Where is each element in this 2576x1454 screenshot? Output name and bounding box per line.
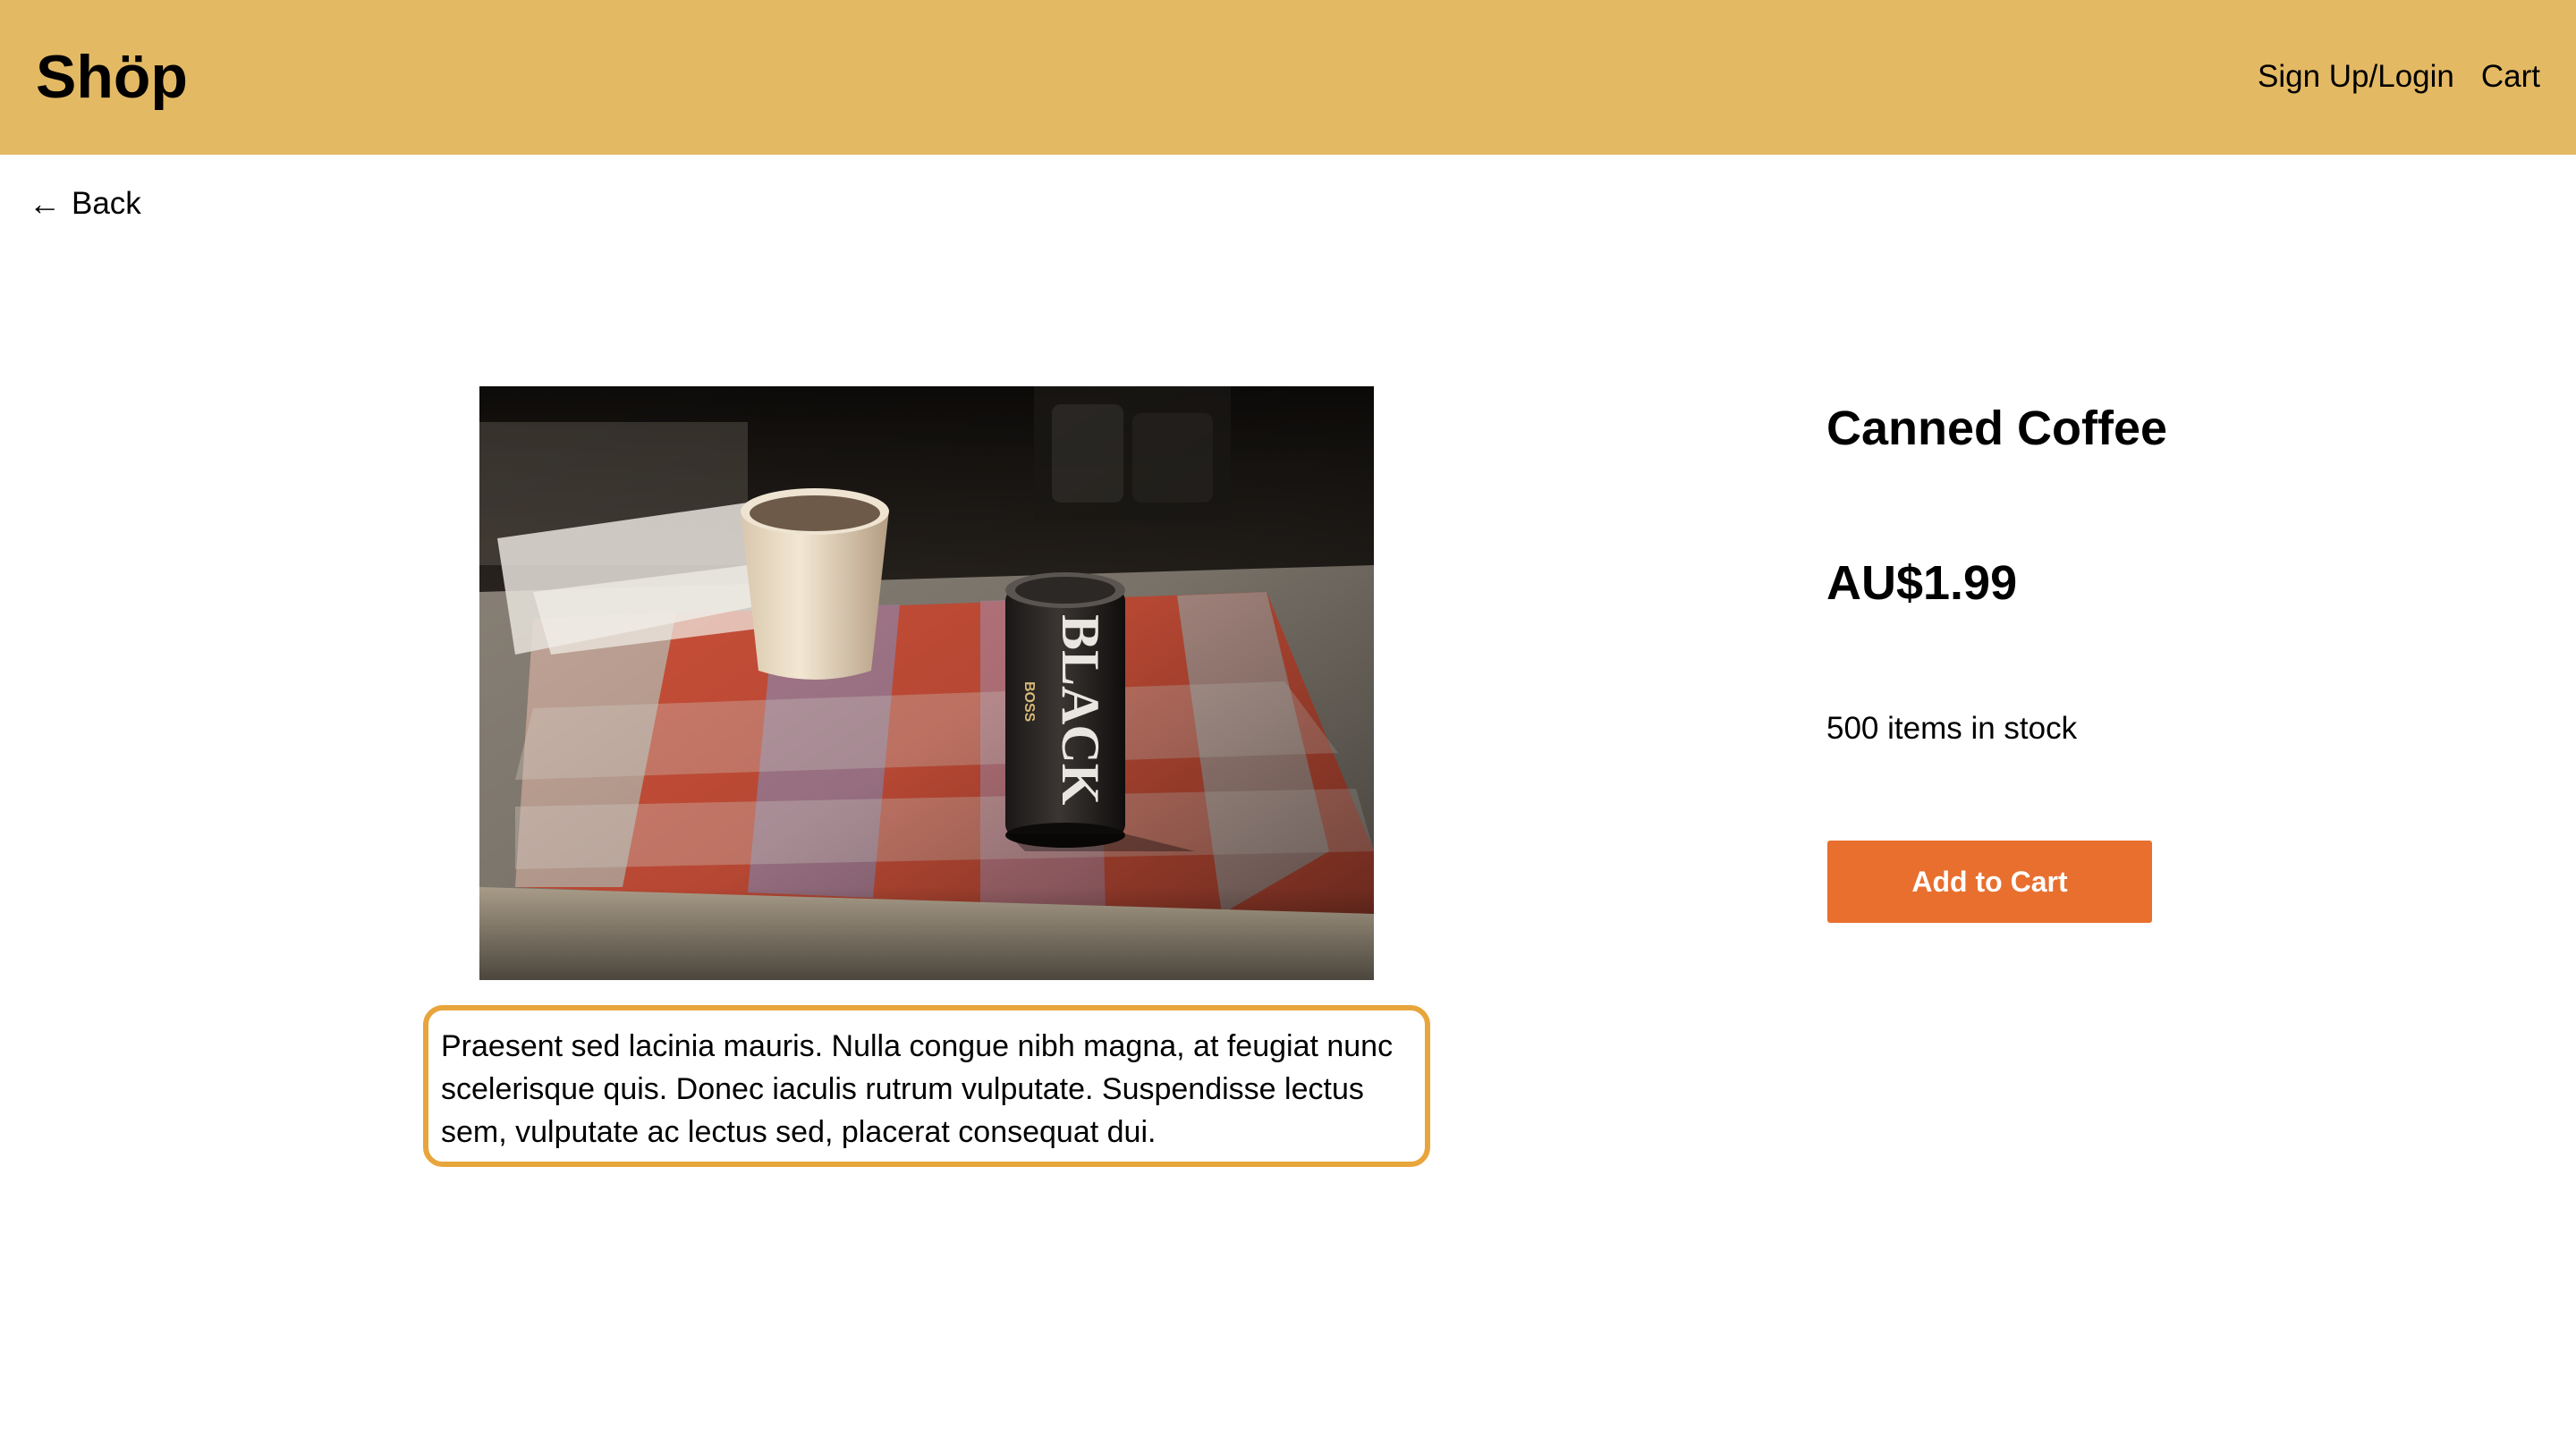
back-label: Back xyxy=(72,186,141,221)
can-label-black: BLACK xyxy=(1051,614,1110,806)
signup-login-link[interactable]: Sign Up/Login xyxy=(2258,50,2454,104)
back-link[interactable]: ← Back xyxy=(29,179,141,228)
product-photo: BLACK BOSS xyxy=(479,386,1374,980)
site-logo[interactable]: Shöp xyxy=(36,34,188,120)
site-header: Shöp Sign Up/Login Cart xyxy=(0,0,2576,155)
can-label-boss: BOSS xyxy=(1021,681,1037,723)
product-description: Praesent sed lacinia mauris. Nulla congu… xyxy=(423,1005,1430,1167)
product-title: Canned Coffee xyxy=(1826,402,2168,455)
header-nav: Sign Up/Login Cart xyxy=(2258,50,2540,104)
product-price: AU$1.99 xyxy=(1826,556,2018,610)
back-arrow-icon: ← xyxy=(29,185,61,222)
add-to-cart-button[interactable]: Add to Cart xyxy=(1827,841,2152,923)
stock-status: 500 items in stock xyxy=(1826,711,2078,746)
cart-link[interactable]: Cart xyxy=(2481,50,2540,104)
product-image: BLACK BOSS xyxy=(479,386,1374,980)
